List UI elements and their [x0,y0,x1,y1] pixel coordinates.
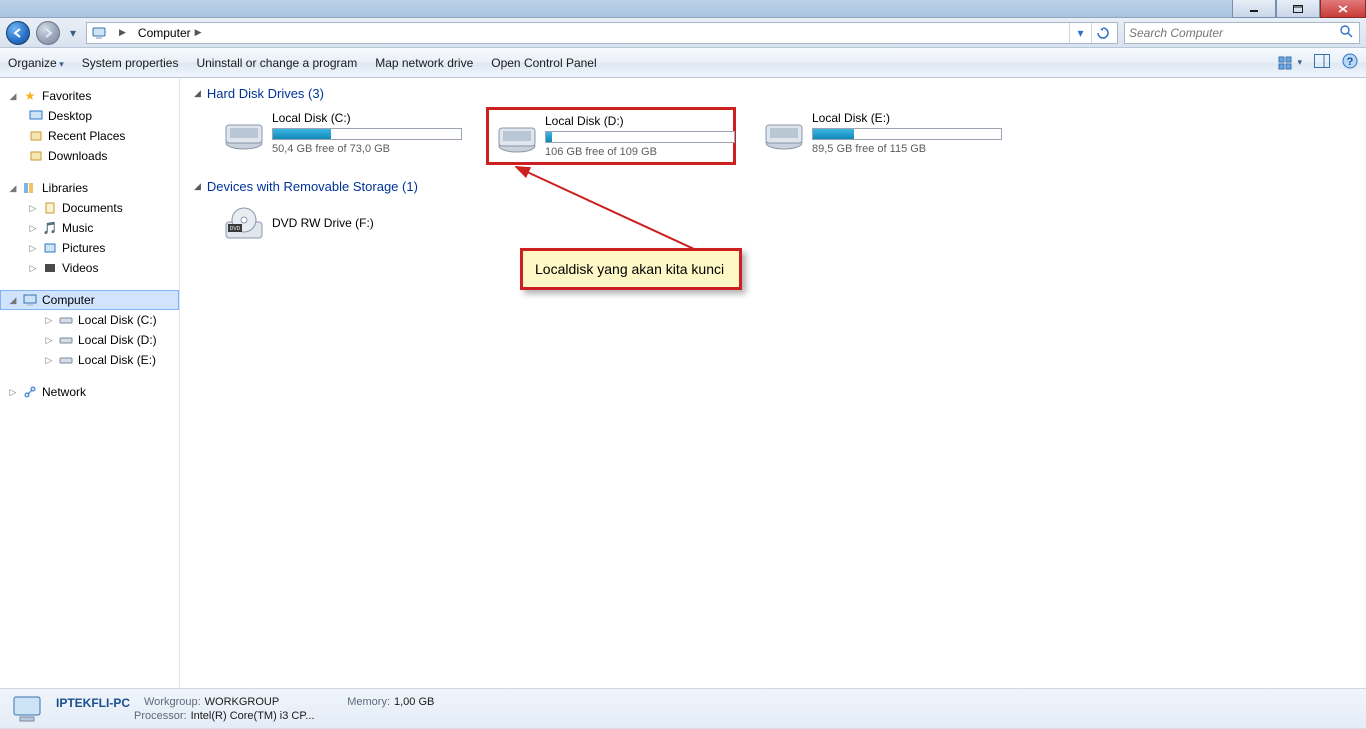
desktop-icon [28,108,44,124]
tree-local-disk-e[interactable]: ▷Local Disk (E:) [0,350,179,370]
search-icon [1339,24,1355,41]
open-control-panel-button[interactable]: Open Control Panel [491,56,596,70]
details-memory: 1,00 GB [394,696,434,710]
details-computer-name: IPTEKFLI-PC [56,696,130,710]
svg-text:DVD: DVD [230,226,241,232]
dvd-drive-icon: DVD [222,204,266,246]
tree-computer[interactable]: ◢Computer [0,290,179,310]
system-properties-button[interactable]: System properties [82,56,179,70]
downloads-icon [28,148,44,164]
details-memory-label: Memory: [347,696,390,710]
uninstall-program-button[interactable]: Uninstall or change a program [196,56,357,70]
address-bar: ▾ ▶ Computer▶ ▾ [0,18,1366,48]
annotation-text: Localdisk yang akan kita kunci [535,261,724,277]
window-titlebar [0,0,1366,18]
tree-documents[interactable]: ▷Documents [0,198,179,218]
libraries-icon [22,180,38,196]
tree-desktop[interactable]: Desktop [0,106,179,126]
crumb-root-arrow[interactable]: ▶ [109,23,132,43]
crumb-label: Computer [138,26,191,40]
hard-drive-icon [762,111,806,153]
drive-icon [58,332,74,348]
svg-text:?: ? [1347,56,1354,68]
drive-item[interactable]: DVD DVD RW Drive (F:) [216,200,466,250]
drive-free-text: 50,4 GB free of 73,0 GB [272,143,462,155]
computer-icon [22,292,38,308]
computer-large-icon [10,692,44,726]
network-icon [22,384,38,400]
details-processor-label: Processor: [134,710,187,722]
drive-icon [58,312,74,328]
drive-usage-bar [812,128,1002,140]
details-processor: Intel(R) Core(TM) i3 CP... [191,710,315,722]
refresh-button[interactable] [1091,23,1113,43]
hard-drive-icon [495,114,539,156]
tree-pictures[interactable]: ▷Pictures [0,238,179,258]
map-network-drive-button[interactable]: Map network drive [375,56,473,70]
documents-icon [42,200,58,216]
favorites-icon: ★ [22,88,38,104]
tree-label: Favorites [42,89,91,103]
minimize-button[interactable] [1232,0,1276,18]
search-input[interactable] [1129,26,1339,40]
drive-item[interactable]: Local Disk (C:) 50,4 GB free of 73,0 GB [216,107,466,165]
address-dropdown[interactable]: ▾ [1069,23,1091,43]
videos-icon [42,260,58,276]
change-view-button[interactable]: ▾ [1278,56,1302,70]
pictures-icon [42,240,58,256]
drive-name: Local Disk (E:) [812,111,1002,125]
drive-item[interactable]: Local Disk (E:) 89,5 GB free of 115 GB [756,107,1006,165]
tree-music[interactable]: ▷🎵Music [0,218,179,238]
recent-locations-dropdown[interactable]: ▾ [66,26,80,40]
tree-label: Computer [42,293,95,307]
tree-local-disk-c[interactable]: ▷Local Disk (C:) [0,310,179,330]
crumb-computer[interactable]: Computer▶ [132,23,208,43]
details-pane: IPTEKFLI-PC Workgroup: WORKGROUP Memory:… [0,688,1366,728]
organize-menu[interactable]: Organize [8,56,64,70]
drive-usage-bar [545,131,735,143]
drive-item[interactable]: Local Disk (D:) 106 GB free of 109 GB [486,107,736,165]
search-box[interactable] [1124,22,1360,44]
breadcrumb-bar[interactable]: ▶ Computer▶ ▾ [86,22,1118,44]
category-removable[interactable]: ◢Devices with Removable Storage (1) [192,179,1354,194]
close-button[interactable] [1320,0,1366,18]
back-button[interactable] [6,21,30,45]
tree-label: Libraries [42,181,88,195]
drive-free-text: 89,5 GB free of 115 GB [812,143,1002,155]
tree-favorites[interactable]: ◢★Favorites [0,86,179,106]
navigation-pane: ◢★Favorites Desktop Recent Places Downlo… [0,78,180,688]
drive-name: DVD RW Drive (F:) [272,216,460,230]
tree-label: Network [42,385,86,399]
forward-button[interactable] [36,21,60,45]
preview-pane-button[interactable] [1314,54,1330,71]
tree-libraries[interactable]: ◢Libraries [0,178,179,198]
details-workgroup: WORKGROUP [205,696,280,710]
tree-downloads[interactable]: Downloads [0,146,179,166]
recent-places-icon [28,128,44,144]
music-icon: 🎵 [42,220,58,236]
help-button[interactable]: ? [1342,53,1358,72]
drive-icon [58,352,74,368]
tree-videos[interactable]: ▷Videos [0,258,179,278]
annotation-box: Localdisk yang akan kita kunci [520,248,742,290]
details-workgroup-label: Workgroup: [144,696,201,710]
command-bar: Organize System properties Uninstall or … [0,48,1366,78]
content-pane: ◢Hard Disk Drives (3) Local Disk (C:) 50,… [180,78,1366,688]
drive-usage-bar [272,128,462,140]
tree-recent-places[interactable]: Recent Places [0,126,179,146]
tree-network[interactable]: ▷Network [0,382,179,402]
hard-drive-icon [222,111,266,153]
drive-free-text: 106 GB free of 109 GB [545,146,735,158]
maximize-button[interactable] [1276,0,1320,18]
tree-local-disk-d[interactable]: ▷Local Disk (D:) [0,330,179,350]
drive-name: Local Disk (D:) [545,114,735,128]
category-hdd[interactable]: ◢Hard Disk Drives (3) [192,86,1354,101]
computer-icon [91,25,107,41]
drive-name: Local Disk (C:) [272,111,462,125]
